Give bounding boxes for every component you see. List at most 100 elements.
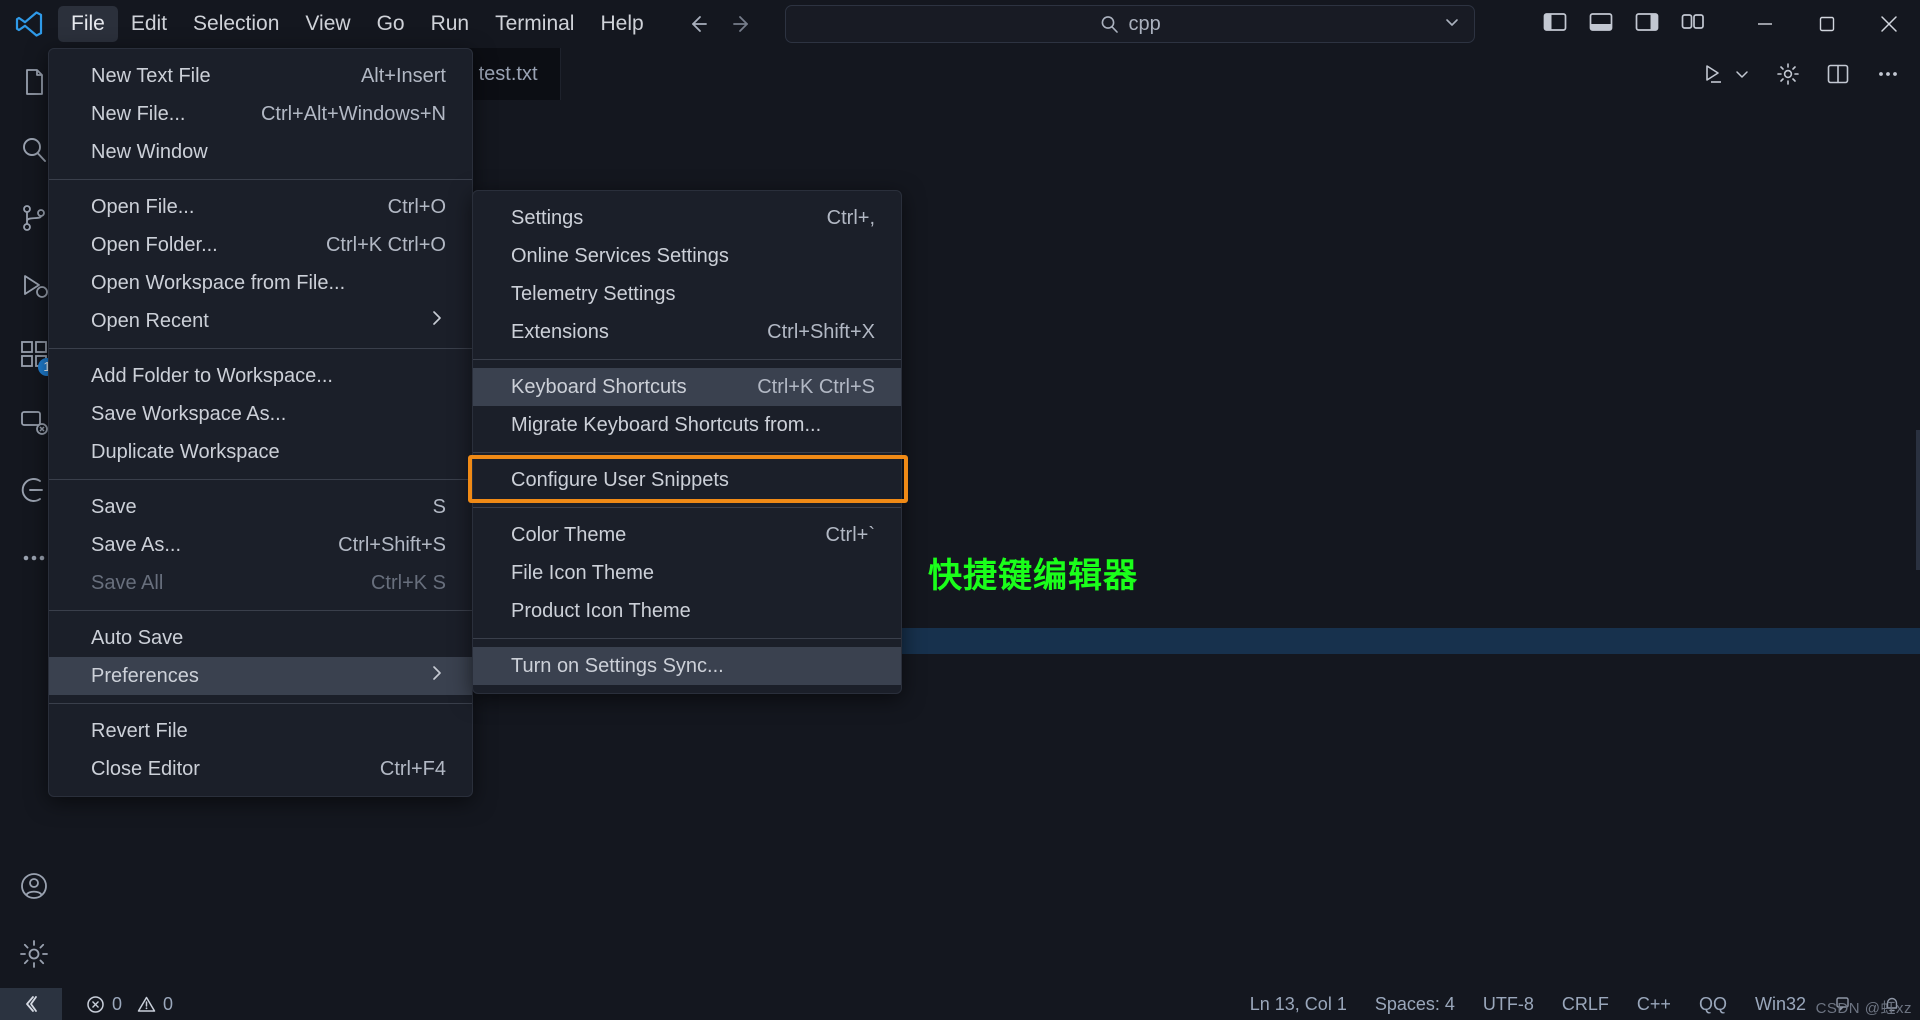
menu-item-revert-file[interactable]: Revert File	[49, 712, 472, 750]
menu-separator	[473, 359, 901, 360]
menu-item-label: Add Folder to Workspace...	[91, 364, 333, 387]
menu-item-preferences[interactable]: Preferences	[49, 657, 472, 695]
menu-item-save[interactable]: Save S	[49, 488, 472, 526]
menu-view[interactable]: View	[292, 6, 363, 42]
toggle-primary-sidebar-icon[interactable]	[1542, 9, 1568, 40]
menu-edit[interactable]: Edit	[118, 6, 180, 42]
menu-item-save-workspace-as[interactable]: Save Workspace As...	[49, 395, 472, 433]
menu-item-duplicate-workspace[interactable]: Duplicate Workspace	[49, 433, 472, 471]
menu-item-shortcut: Ctrl+Shift+X	[767, 320, 875, 343]
menu-go[interactable]: Go	[364, 6, 418, 42]
pref-item-color-theme[interactable]: Color Theme Ctrl+`	[473, 516, 901, 554]
menu-item-shortcut: Ctrl+Shift+S	[338, 533, 446, 556]
search-icon	[1099, 14, 1120, 35]
activity-accounts-person-icon[interactable]	[0, 852, 68, 920]
menu-item-shortcut: Alt+Insert	[360, 64, 446, 87]
status-indentation[interactable]: Spaces: 4	[1361, 988, 1469, 1020]
more-actions-ellipsis-icon[interactable]	[1876, 62, 1900, 86]
menu-item-add-folder-to-workspace[interactable]: Add Folder to Workspace...	[49, 357, 472, 395]
pref-item-product-icon-theme[interactable]: Product Icon Theme	[473, 592, 901, 630]
menu-bar: File Edit Selection View Go Run Terminal…	[58, 0, 657, 48]
menu-item-auto-save[interactable]: Auto Save	[49, 619, 472, 657]
pref-item-settings[interactable]: Settings Ctrl+,	[473, 199, 901, 237]
menu-item-label: Configure User Snippets	[511, 468, 729, 491]
toggle-secondary-sidebar-icon[interactable]	[1634, 9, 1660, 40]
pref-item-configure-user-snippets[interactable]: Configure User Snippets	[473, 461, 901, 499]
menu-item-shortcut: Ctrl+,	[826, 206, 875, 229]
menu-item-label: Preferences	[91, 664, 199, 687]
menu-item-label: Open Recent	[91, 309, 209, 332]
pref-item-turn-on-settings-sync[interactable]: Turn on Settings Sync...	[473, 647, 901, 685]
menu-item-label: Open Workspace from File...	[91, 271, 346, 294]
menu-item-shortcut: Ctrl+K Ctrl+O	[325, 233, 446, 256]
menu-item-label: Save All	[91, 571, 164, 594]
remote-window-icon[interactable]	[0, 988, 62, 1020]
menu-item-close-editor[interactable]: Close Editor Ctrl+F4	[49, 750, 472, 788]
status-language-mode[interactable]: C++	[1623, 988, 1685, 1020]
menu-item-open-recent[interactable]: Open Recent	[49, 302, 472, 340]
menu-item-label: Product Icon Theme	[511, 599, 691, 622]
status-qq[interactable]: QQ	[1685, 988, 1741, 1020]
menu-item-shortcut: Ctrl+K Ctrl+S	[757, 375, 875, 398]
editor-scrollbar[interactable]	[1916, 430, 1920, 570]
status-platform[interactable]: Win32	[1741, 988, 1820, 1020]
settings-gear-icon[interactable]	[1776, 62, 1800, 86]
menu-separator	[49, 348, 472, 349]
menu-item-open-workspace-from-file[interactable]: Open Workspace from File...	[49, 264, 472, 302]
maximize-icon[interactable]	[1796, 0, 1858, 48]
menu-run[interactable]: Run	[418, 6, 483, 42]
pref-item-online-services-settings[interactable]: Online Services Settings	[473, 237, 901, 275]
menu-item-save-as[interactable]: Save As... Ctrl+Shift+S	[49, 526, 472, 564]
chevron-right-icon	[428, 664, 446, 688]
arrow-right-icon[interactable]	[729, 11, 755, 37]
menu-file[interactable]: File	[58, 6, 118, 42]
status-problems[interactable]: 0 0	[72, 988, 187, 1020]
menu-item-open-file[interactable]: Open File... Ctrl+O	[49, 188, 472, 226]
arrow-left-icon[interactable]	[685, 11, 711, 37]
warning-count: 0	[163, 993, 174, 1014]
menu-item-label: New Text File	[91, 64, 211, 87]
search-value: cpp	[1128, 12, 1161, 35]
menu-item-new-text-file[interactable]: New Text File Alt+Insert	[49, 57, 472, 95]
close-icon[interactable]	[1858, 0, 1920, 48]
pref-item-extensions[interactable]: Extensions Ctrl+Shift+X	[473, 313, 901, 351]
pref-item-keyboard-shortcuts[interactable]: Keyboard Shortcuts Ctrl+K Ctrl+S	[473, 368, 901, 406]
status-cursor-position[interactable]: Ln 13, Col 1	[1236, 988, 1361, 1020]
layout-toggle-icons	[1542, 9, 1734, 40]
menu-item-shortcut: Ctrl+Alt+Windows+N	[260, 102, 446, 125]
vscode-logo-icon	[0, 0, 58, 48]
menu-item-label: New Window	[91, 140, 208, 163]
pref-item-file-icon-theme[interactable]: File Icon Theme	[473, 554, 901, 592]
split-editor-icon[interactable]	[1826, 62, 1850, 86]
file-menu-dropdown: New Text File Alt+Insert New File... Ctr…	[48, 48, 473, 797]
minimize-icon[interactable]	[1734, 0, 1796, 48]
menu-item-new-window[interactable]: New Window	[49, 133, 472, 171]
pref-item-migrate-keyboard-shortcuts[interactable]: Migrate Keyboard Shortcuts from...	[473, 406, 901, 444]
chevron-down-icon[interactable]	[1442, 12, 1462, 37]
menu-separator	[49, 703, 472, 704]
menu-item-new-file[interactable]: New File... Ctrl+Alt+Windows+N	[49, 95, 472, 133]
tab-label: test.txt	[478, 62, 538, 85]
menu-item-label: Color Theme	[511, 523, 627, 546]
preferences-submenu: Settings Ctrl+, Online Services Settings…	[472, 190, 902, 694]
menu-selection[interactable]: Selection	[180, 6, 292, 42]
activity-manage-gear-icon[interactable]	[0, 920, 68, 988]
search-input[interactable]: cpp	[784, 5, 1475, 43]
menu-item-label: Online Services Settings	[511, 244, 729, 267]
menu-item-label: Telemetry Settings	[511, 282, 676, 305]
run-code-icon[interactable]	[1702, 62, 1726, 86]
menu-item-label: Save As...	[91, 533, 182, 556]
status-encoding[interactable]: UTF-8	[1469, 988, 1548, 1020]
toggle-panel-icon[interactable]	[1588, 9, 1614, 40]
pref-item-telemetry-settings[interactable]: Telemetry Settings	[473, 275, 901, 313]
error-circle-icon	[86, 995, 105, 1014]
status-eol[interactable]: CRLF	[1548, 988, 1623, 1020]
chevron-down-icon[interactable]	[1734, 66, 1750, 82]
menu-item-label: Revert File	[91, 719, 188, 742]
menu-item-label: Migrate Keyboard Shortcuts from...	[511, 413, 822, 436]
menu-help[interactable]: Help	[587, 6, 656, 42]
menu-item-label: Extensions	[511, 320, 609, 343]
customize-layout-icon[interactable]	[1680, 9, 1708, 40]
menu-terminal[interactable]: Terminal	[482, 6, 587, 42]
menu-item-open-folder[interactable]: Open Folder... Ctrl+K Ctrl+O	[49, 226, 472, 264]
